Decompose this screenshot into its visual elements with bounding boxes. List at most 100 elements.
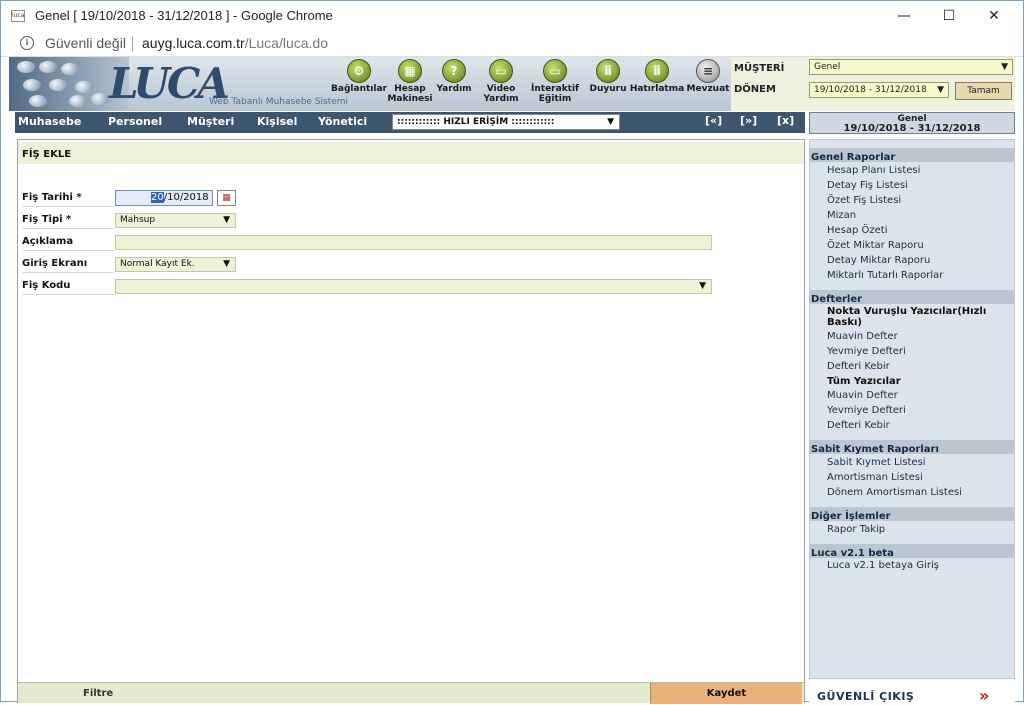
sidebar-item-detay-miktar-raporu[interactable]: Detay Miktar Raporu [827, 255, 930, 266]
chevron-down-icon: ▼ [699, 281, 706, 291]
giris-ekrani-label: Giriş Ekranı [22, 258, 114, 273]
info-icon[interactable]: i [20, 36, 34, 50]
sidebar-item-yevmiye-defteri[interactable]: Yevmiye Defteri [827, 346, 906, 357]
sidebar-item-defteri-kebir[interactable]: Defteri Kebir [827, 420, 890, 431]
hatirlatma-button[interactable]: ⅱ Hatırlatma [629, 59, 685, 94]
sidebar-item-muavin-defter[interactable]: Muavin Defter [827, 331, 898, 342]
fis-tarihi-label: Fiş Tarihi * [22, 192, 114, 207]
security-label[interactable]: Güvenli değil [45, 35, 126, 51]
sidebar-item-ozet-fis-listesi[interactable]: Özet Fiş Listesi [827, 195, 901, 206]
fis-tipi-value: Mahsup [120, 215, 156, 225]
sidebar-header-sabit-kiymet: Sabit Kıymet Raporları [810, 440, 1014, 455]
sidebar-item-miktarli-tutarli-raporlar[interactable]: Miktarlı Tutarlı Raporlar [827, 270, 943, 281]
hizli-erisim-value: :::::::::::: HIZLI ERİŞİM :::::::::::: [397, 117, 555, 127]
close-button[interactable]: ✕ [971, 1, 1017, 31]
calendar-icon[interactable]: ▦ [217, 190, 236, 206]
url-text[interactable]: auyg.luca.com.tr/Luca/luca.do [142, 35, 328, 51]
menu-kisisel[interactable]: Kişisel [257, 115, 297, 128]
sidebar-item-hesap-plani-listesi[interactable]: Hesap Planı Listesi [827, 165, 920, 176]
links-icon: ⚙ [347, 59, 371, 83]
document-icon: ≡ [696, 59, 720, 83]
tamam-button[interactable]: Tamam [955, 82, 1012, 100]
sidebar-header-defterler: Defterler [810, 290, 1014, 305]
address-divider [132, 36, 133, 52]
reports-sidebar: Genel Raporlar Hesap Planı Listesi Detay… [809, 139, 1015, 679]
kaydet-button[interactable]: Kaydet [650, 683, 802, 704]
nav-next-button[interactable]: [»] [740, 114, 757, 127]
baglantilar-button[interactable]: ⚙ Bağlantılar [331, 59, 387, 94]
video-icon: ▭ [489, 59, 513, 83]
interaktif-egitim-button[interactable]: ▭ İnteraktif Eğitim [527, 59, 583, 104]
menu-personel[interactable]: Personel [108, 115, 162, 128]
hesap-makinesi-button[interactable]: ▦ Hesap Makinesi [387, 59, 433, 104]
browser-window: luca Genel [ 19/10/2018 - 31/12/2018 ] -… [0, 0, 1024, 705]
sidebar-item-ozet-miktar-raporu[interactable]: Özet Miktar Raporu [827, 240, 924, 251]
fis-kodu-select[interactable]: ▼ [115, 279, 712, 294]
sidebar-item-hesap-ozeti[interactable]: Hesap Özeti [827, 225, 888, 236]
fis-tarihi-input[interactable]: 20/10/2018 [115, 190, 213, 206]
sidebar-item-amortisman-listesi[interactable]: Amortisman Listesi [827, 472, 923, 483]
title-bar: luca Genel [ 19/10/2018 - 31/12/2018 ] -… [1, 1, 1023, 31]
guvenli-cikis-button[interactable]: GÜVENLİ ÇIKIŞ » [809, 681, 1015, 705]
sidebar-item-mizan[interactable]: Mizan [827, 210, 856, 221]
chevron-down-icon: ▼ [223, 259, 230, 269]
calculator-icon: ▦ [398, 59, 422, 83]
fis-tipi-label: Fiş Tipi * [22, 214, 114, 229]
menu-muhasebe[interactable]: Muhasebe [18, 115, 81, 128]
address-bar[interactable]: i Güvenli değil auyg.luca.com.tr/Luca/lu… [1, 31, 1023, 57]
double-chevron-right-icon: » [979, 686, 990, 705]
fis-tipi-select[interactable]: Mahsup ▼ [115, 213, 236, 228]
training-icon: ▭ [543, 59, 567, 83]
menu-yonetici[interactable]: Yönetici [318, 115, 367, 128]
filtre-button[interactable]: Filtre [83, 688, 113, 699]
sidebar-item-muavin-defter[interactable]: Muavin Defter [827, 390, 898, 401]
mevzuat-button[interactable]: ≡ Mevzuat [685, 59, 731, 94]
musteri-label: MÜŞTERİ [734, 63, 785, 74]
help-icon: ? [442, 59, 466, 83]
form-footer: Filtre Kaydet [18, 682, 804, 704]
period-dates: 19/10/2018 - 31/12/2018 [843, 123, 981, 134]
sidebar-header-luca-beta: Luca v2.1 beta [810, 544, 1014, 559]
sidebar-item-sabit-kiymet-listesi[interactable]: Sabit Kıymet Listesi [827, 457, 926, 468]
announcement-icon: ⅱ [596, 59, 620, 83]
period-display: Genel 19/10/2018 - 31/12/2018 [809, 112, 1015, 134]
chevron-down-icon: ▼ [607, 117, 614, 127]
donem-value: 19/10/2018 - 31/12/2018 [814, 85, 927, 95]
musteri-value: Genel [814, 62, 841, 72]
sidebar-subheader-nokta-vuruslu: Nokta Vuruşlu Yazıcılar(Hızlı Baskı) [827, 306, 987, 328]
maximize-button[interactable]: ☐ [926, 1, 972, 31]
giris-ekrani-value: Normal Kayıt Ek. [120, 259, 195, 269]
sidebar-item-donem-amortisman-listesi[interactable]: Dönem Amortisman Listesi [827, 487, 962, 498]
sidebar-item-defteri-kebir[interactable]: Defteri Kebir [827, 361, 890, 372]
menu-musteri[interactable]: Müşteri [187, 115, 234, 128]
giris-ekrani-select[interactable]: Normal Kayıt Ek. ▼ [115, 257, 236, 272]
luca-favicon-icon: luca [11, 10, 25, 22]
sidebar-item-detay-fis-listesi[interactable]: Detay Fiş Listesi [827, 180, 908, 191]
url-domain: auyg.luca.com.tr [142, 35, 245, 51]
donem-select[interactable]: 19/10/2018 - 31/12/2018 ▼ [809, 82, 949, 98]
sidebar-header-diger-islemler: Diğer İşlemler [810, 507, 1014, 522]
hizli-erisim-select[interactable]: :::::::::::: HIZLI ERİŞİM :::::::::::: ▼ [392, 114, 620, 130]
sidebar-subheader-tum-yazicilar: Tüm Yazıcılar [827, 376, 901, 387]
nav-prev-button[interactable]: [«] [705, 114, 722, 127]
date-rest-text: /10/2018 [163, 192, 209, 203]
reminder-icon: ⅱ [645, 59, 669, 83]
guvenli-cikis-label: GÜVENLİ ÇIKIŞ [817, 690, 915, 703]
video-yardim-button[interactable]: ▭ Video Yardım [479, 59, 523, 104]
logo-tagline: Web Tabanlı Muhasebe Sistemi [209, 97, 349, 107]
fis-kodu-label: Fiş Kodu [22, 280, 114, 295]
chevron-down-icon: ▼ [937, 85, 944, 95]
yardim-button[interactable]: ? Yardım [433, 59, 475, 94]
nav-close-button[interactable]: [x] [777, 114, 794, 127]
chevron-down-icon: ▼ [1001, 62, 1008, 72]
sidebar-item-luca-beta-giris[interactable]: Luca v2.1 betaya Giriş [827, 560, 939, 571]
minimize-button[interactable]: — [881, 1, 927, 31]
sidebar-item-yevmiye-defteri[interactable]: Yevmiye Defteri [827, 405, 906, 416]
aciklama-input[interactable] [115, 235, 712, 250]
fis-ekle-panel: FİŞ EKLE Fiş Tarihi * 20/10/2018 ▦ Fiş T… [17, 139, 805, 704]
sidebar-item-rapor-takip[interactable]: Rapor Takip [827, 524, 885, 535]
donem-label: DÖNEM [734, 84, 776, 95]
musteri-select[interactable]: Genel ▼ [809, 59, 1013, 75]
date-selected-text: 20 [151, 192, 164, 203]
duyuru-button[interactable]: ⅱ Duyuru [587, 59, 629, 94]
